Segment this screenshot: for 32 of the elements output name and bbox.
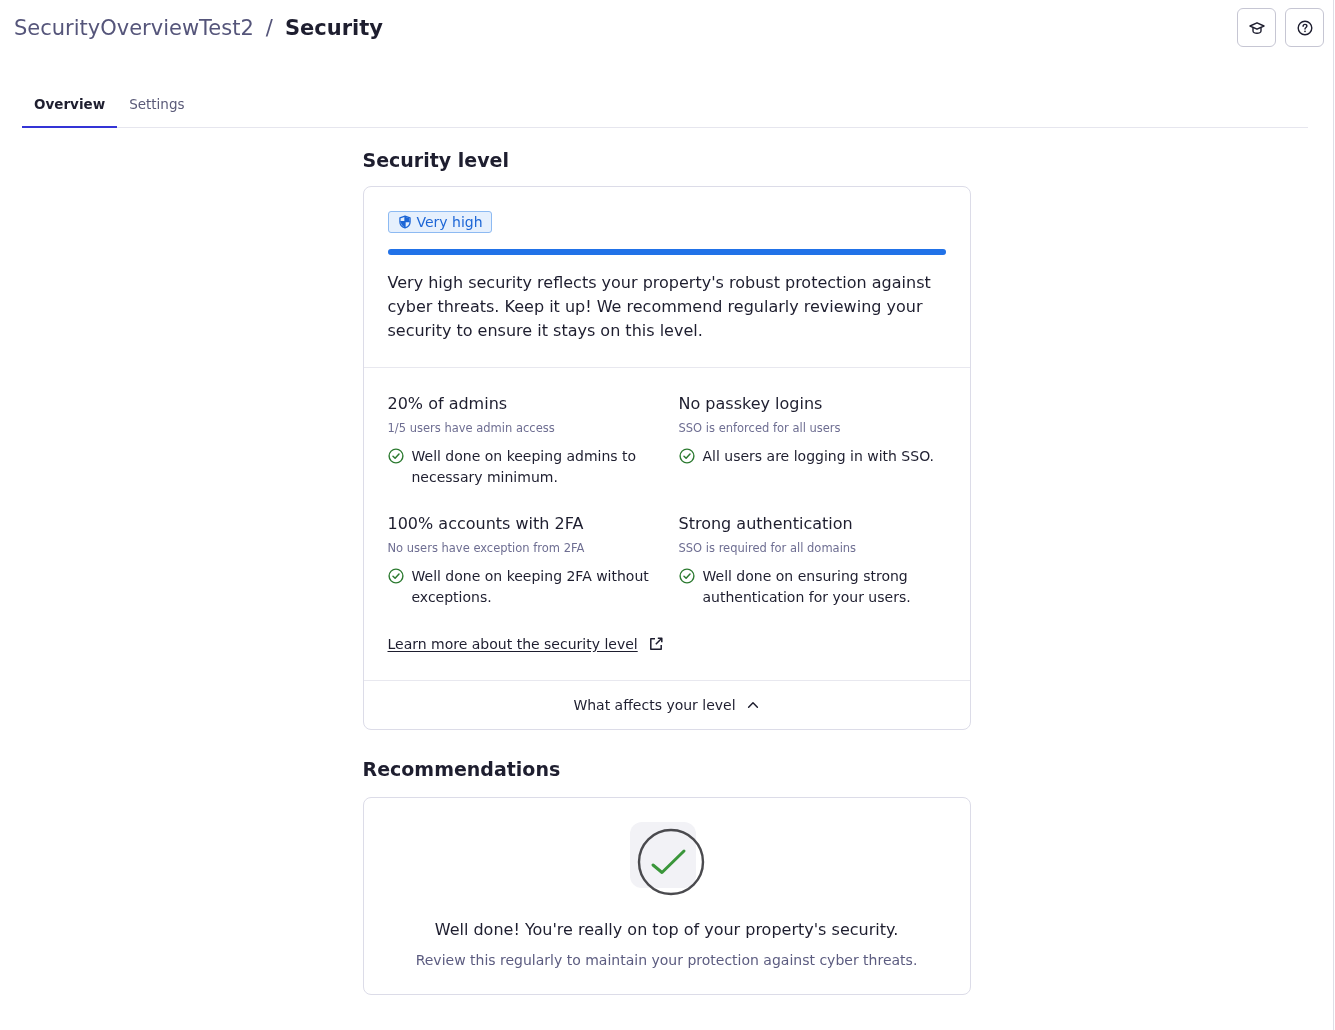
breadcrumb-link[interactable]: SecurityOverviewTest2 <box>14 15 254 40</box>
metric-title: 20% of admins <box>387 393 509 415</box>
metric-title: No passkey logins <box>678 393 824 415</box>
section-heading: Recommendations <box>362 757 562 781</box>
metric-status: Well done on ensuring strong authentication for your users. <box>702 567 912 607</box>
page-title: Security <box>284 15 383 40</box>
recommendation-title: Well done! You're really on top of your property's security. <box>434 919 899 941</box>
check-circle-icon <box>629 822 706 896</box>
recommendation-subtitle: Review this regularly to maintain your protection against cyber threats. <box>415 951 918 970</box>
help-button[interactable] <box>1285 8 1324 47</box>
metric-subtitle: No users have exception from 2FA <box>387 540 586 556</box>
breadcrumb-separator: / <box>265 15 273 40</box>
level-text: Very high <box>416 214 483 230</box>
help-icon <box>1296 19 1313 36</box>
section-heading: Security level <box>362 148 510 172</box>
metric-status: Well done on keeping admins to necessary minimum. <box>411 447 638 487</box>
external-link-icon <box>647 636 664 652</box>
metric-title: Strong authentication <box>678 513 854 535</box>
metric-status: All users are logging in with SSO. <box>702 447 935 466</box>
metric-subtitle: SSO is enforced for all users <box>678 420 842 436</box>
metric-subtitle: SSO is required for all domains <box>678 540 858 556</box>
learning-button[interactable] <box>1237 8 1276 47</box>
shield-icon <box>397 215 412 229</box>
tab[interactable]: Overview <box>22 82 118 128</box>
metric-title: 100% accounts with 2FA <box>387 513 585 535</box>
metric-subtitle: 1/5 users have admin access <box>387 420 556 436</box>
level-factors-toggle[interactable]: What affects your level <box>567 691 766 719</box>
graduation-cap-icon <box>1248 19 1265 36</box>
tab[interactable]: Settings <box>117 82 197 128</box>
level-description: Very high security reflects your property's robust protection against cyber threats. Keep it up! We recommend regularly reviewing your security to ensure it stays on this level. <box>387 272 932 342</box>
learn-more-link[interactable]: Learn more about the security level <box>387 634 664 654</box>
metric-status: Well done on keeping 2FA without exceptions. <box>411 567 650 607</box>
